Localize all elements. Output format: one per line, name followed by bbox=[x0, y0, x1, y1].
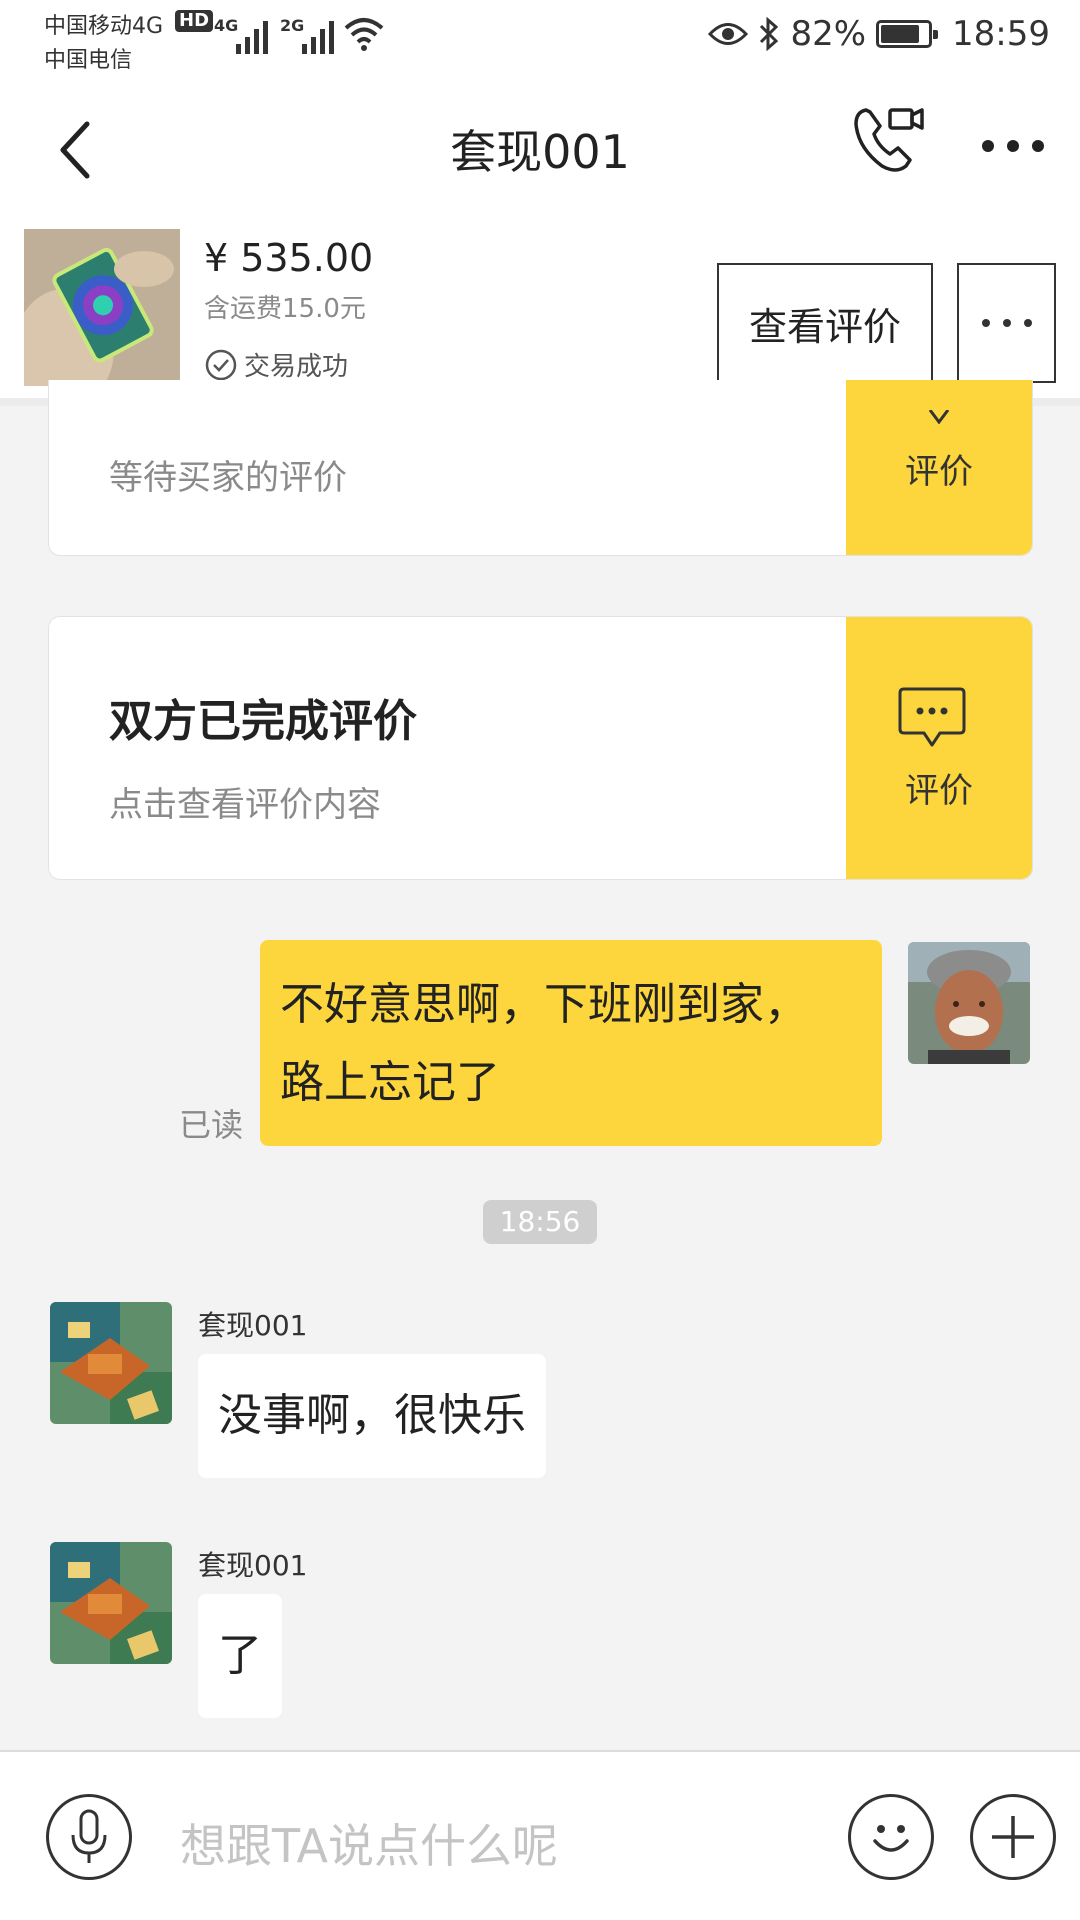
incoming-message-bubble[interactable]: 了 bbox=[198, 1594, 282, 1718]
order-status: 交易成功 bbox=[204, 346, 348, 383]
card-subtitle: 点击查看评价内容 bbox=[109, 785, 381, 825]
emoji-button[interactable] bbox=[848, 1794, 934, 1880]
clock: 18:59 bbox=[952, 14, 1050, 54]
read-receipt: 已读 bbox=[179, 1106, 244, 1144]
sim1-network-label: 4G bbox=[214, 16, 239, 35]
plus-icon bbox=[992, 1816, 1034, 1858]
battery-percent: 82% bbox=[790, 14, 867, 54]
carrier-secondary: 中国电信 bbox=[44, 48, 133, 73]
input-bar: 想跟TA说点什么呢 bbox=[0, 1750, 1080, 1920]
seller-avatar-image bbox=[50, 1542, 172, 1664]
eye-icon bbox=[708, 23, 749, 45]
battery-fill bbox=[881, 25, 919, 43]
chat-bubble-icon bbox=[898, 687, 966, 747]
hd-badge: HD bbox=[175, 10, 214, 32]
check-circle-icon bbox=[205, 349, 237, 380]
review-pending-card[interactable]: 等待买家的评价 评价 bbox=[48, 380, 1033, 556]
card-side-label: 评价 bbox=[905, 452, 973, 492]
shipping-fee: 含运费15.0元 bbox=[204, 294, 366, 324]
sim2-network-label: 2G bbox=[280, 16, 305, 35]
voice-button[interactable] bbox=[46, 1794, 132, 1880]
message-line: 不好意思啊，下班刚到家， bbox=[280, 979, 808, 1030]
signal-icon: 2G bbox=[280, 16, 340, 54]
message-timestamp: 18:56 bbox=[483, 1200, 597, 1244]
avatar[interactable] bbox=[908, 942, 1030, 1064]
product-more-button[interactable] bbox=[957, 263, 1056, 383]
video-call-button[interactable] bbox=[848, 100, 928, 180]
carrier-primary: 中国移动4G bbox=[44, 14, 164, 39]
incoming-message-bubble[interactable]: 没事啊，很快乐 bbox=[198, 1354, 546, 1478]
sender-name: 套现001 bbox=[198, 1309, 308, 1342]
battery-icon bbox=[876, 20, 939, 48]
view-review-button[interactable]: 查看评价 bbox=[717, 263, 933, 383]
chat-bubble-tail-icon bbox=[928, 410, 950, 424]
nav-bar: 套现001 bbox=[0, 78, 1080, 226]
card-review-action[interactable]: 评价 bbox=[846, 617, 1032, 879]
card-side-label: 评价 bbox=[905, 771, 973, 811]
message-line: 路上忘记了 bbox=[280, 1057, 500, 1108]
bluetooth-icon bbox=[760, 17, 779, 51]
review-complete-card[interactable]: 双方已完成评价 点击查看评价内容 评价 bbox=[48, 616, 1033, 880]
more-icon bbox=[982, 140, 1044, 152]
order-status-label: 交易成功 bbox=[244, 352, 349, 382]
card-review-action[interactable]: 评价 bbox=[846, 380, 1032, 555]
emoji-icon bbox=[873, 1825, 909, 1852]
sender-name: 套现001 bbox=[198, 1549, 308, 1582]
card-title: 双方已完成评价 bbox=[109, 696, 417, 747]
product-image bbox=[24, 229, 180, 386]
more-button[interactable] bbox=[978, 118, 1048, 174]
avatar[interactable] bbox=[50, 1542, 172, 1664]
wifi-icon bbox=[344, 18, 384, 51]
message-input[interactable]: 想跟TA说点什么呢 bbox=[180, 1810, 558, 1876]
user-avatar-image bbox=[908, 942, 1030, 1064]
product-price: ¥ 535.00 bbox=[204, 236, 374, 280]
product-thumbnail[interactable] bbox=[24, 229, 180, 386]
product-card[interactable]: ¥ 535.00 含运费15.0元 交易成功 查看评价 bbox=[0, 226, 1080, 406]
seller-avatar-image bbox=[50, 1302, 172, 1424]
add-attachment-button[interactable] bbox=[970, 1794, 1056, 1880]
video-call-icon bbox=[854, 108, 924, 172]
outgoing-message-bubble[interactable]: 不好意思啊，下班刚到家， 路上忘记了 bbox=[260, 940, 882, 1146]
microphone-icon bbox=[71, 1809, 107, 1863]
status-right: 82% 18:59 bbox=[708, 14, 1050, 54]
more-icon bbox=[981, 319, 1032, 327]
signal-icon: 4G bbox=[214, 16, 274, 54]
status-bar: 中国移动4G HD 中国电信 4G 2G 82% 18:59 bbox=[0, 0, 1080, 78]
card-subtitle: 等待买家的评价 bbox=[109, 458, 347, 498]
avatar[interactable] bbox=[50, 1302, 172, 1424]
